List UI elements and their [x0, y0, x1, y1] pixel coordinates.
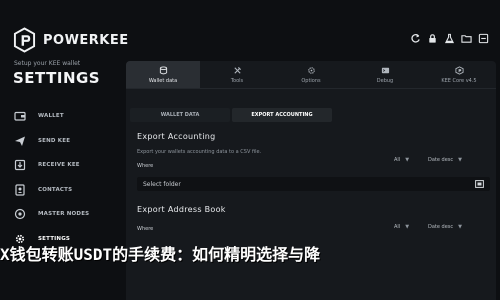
settings-subtabs: WALLET DATA EXPORT ACCOUNTING	[130, 108, 332, 122]
sidebar-nav: WALLET SEND KEE RECEIVE KEE CONTACTS MAS…	[12, 104, 118, 251]
sidebar-item-master-nodes[interactable]: MASTER NODES	[12, 202, 118, 227]
where-label: Where	[137, 163, 154, 169]
sidebar-item-label: RECEIVE KEE	[38, 162, 80, 169]
tab-label: Debug	[376, 77, 394, 84]
overlay-caption: X钱包转账USDT的手续费：如何精明选择与降	[0, 245, 321, 263]
chevron-down-icon: ▼	[405, 157, 410, 163]
send-icon	[12, 133, 28, 149]
sidebar-item-label: MASTER NODES	[38, 211, 90, 218]
sidebar-item-label: SEND KEE	[38, 137, 71, 144]
sidebar-item-label: CONTACTS	[38, 186, 73, 193]
database-icon	[159, 65, 167, 74]
sidebar-item-receive-kee[interactable]: RECEIVE KEE	[12, 153, 118, 178]
tools-icon	[233, 66, 241, 74]
sidebar-item-wallet[interactable]: WALLET	[12, 104, 118, 129]
kee-core-icon	[454, 65, 464, 75]
filter-date-select[interactable]: Date desc ▼	[428, 157, 462, 163]
wallet-icon	[12, 108, 28, 124]
tab-label: KEE Core v4.5	[441, 77, 477, 84]
tab-debug[interactable]: Debug	[348, 61, 422, 88]
settings-panel: Wallet data Tools Options Debug KEE Core…	[126, 61, 496, 300]
sidebar-item-label: WALLET	[38, 113, 64, 120]
receive-icon	[12, 157, 28, 173]
settings-tabs: Wallet data Tools Options Debug KEE Core…	[126, 61, 496, 89]
options-icon	[307, 66, 315, 74]
tab-kee-core[interactable]: KEE Core v4.5	[422, 61, 496, 88]
master-nodes-icon	[12, 206, 28, 222]
filter-all-value: All	[394, 224, 401, 230]
filter-date-value: Date desc	[428, 224, 454, 230]
subtab-wallet-data[interactable]: WALLET DATA	[130, 108, 230, 122]
debug-icon	[381, 67, 389, 73]
export-address-book-title: Export Address Book	[137, 205, 226, 214]
export-accounting-title: Export Accounting	[137, 132, 216, 141]
filter-all-value: All	[394, 157, 401, 163]
tab-label: Options	[301, 77, 321, 84]
lock-icon[interactable]	[425, 31, 439, 45]
sidebar-item-contacts[interactable]: CONTACTS	[12, 178, 118, 203]
where-label: Where	[137, 226, 154, 232]
page-title: SETTINGS	[13, 69, 101, 87]
filter-all-select[interactable]: All ▼	[394, 224, 409, 230]
contacts-icon	[12, 182, 28, 198]
filter-all-select[interactable]: All ▼	[394, 157, 409, 163]
chevron-down-icon: ▼	[405, 224, 410, 230]
tab-options[interactable]: Options	[274, 61, 348, 88]
chevron-down-icon: ▼	[458, 224, 463, 230]
tab-tools[interactable]: Tools	[200, 61, 274, 88]
flask-icon[interactable]	[442, 31, 456, 45]
powerkee-logo-icon	[13, 27, 36, 53]
setup-subtitle: Setup your KEE wallet	[14, 60, 81, 67]
tab-wallet-data[interactable]: Wallet data	[126, 61, 200, 88]
export-accounting-description: Export your wallets accounting data to a…	[137, 149, 262, 155]
tab-label: Tools	[230, 77, 244, 84]
minimize-icon[interactable]	[476, 31, 490, 45]
filter-date-value: Date desc	[428, 157, 454, 163]
folder-icon[interactable]	[459, 31, 473, 45]
chevron-down-icon: ▼	[458, 157, 463, 163]
tab-label: Wallet data	[148, 77, 178, 84]
folder-open-icon[interactable]	[475, 180, 484, 188]
window-toolbar	[408, 31, 490, 45]
sidebar-item-send-kee[interactable]: SEND KEE	[12, 129, 118, 154]
brand-name: POWERKEE	[43, 32, 129, 48]
select-folder-text: Select folder	[143, 180, 181, 188]
brand: POWERKEE	[13, 27, 129, 53]
select-folder-field[interactable]: Select folder	[137, 177, 490, 191]
subtab-export-accounting[interactable]: EXPORT ACCOUNTING	[232, 108, 332, 122]
refresh-icon[interactable]	[408, 31, 422, 45]
filter-date-select[interactable]: Date desc ▼	[428, 224, 462, 230]
